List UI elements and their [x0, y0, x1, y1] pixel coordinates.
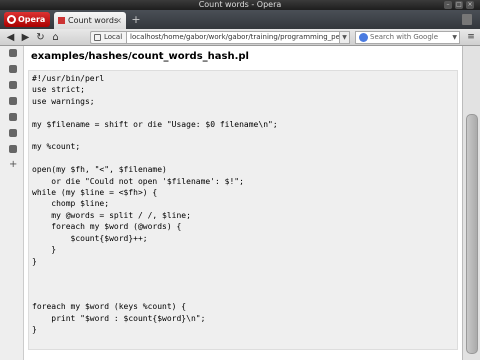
bookmarks-icon[interactable] — [9, 49, 17, 57]
local-badge[interactable]: Local — [90, 31, 126, 44]
source-code: #!/usr/bin/perl use strict; use warnings… — [32, 74, 278, 334]
code-block: #!/usr/bin/perl use strict; use warnings… — [28, 70, 458, 350]
minimize-button[interactable]: – — [444, 1, 452, 9]
tab-bar: Opera Count words × + — [0, 10, 480, 29]
notes-icon[interactable] — [9, 97, 17, 105]
forward-button[interactable]: ▶ — [19, 31, 32, 44]
opera-menu-label: Opera — [18, 15, 46, 24]
search-dropdown-icon[interactable]: ▼ — [452, 32, 457, 43]
local-label: Local — [104, 33, 123, 41]
mail-icon[interactable] — [9, 113, 17, 121]
window-titlebar: Count words - Opera – □ × — [0, 0, 480, 10]
search-field[interactable]: Search with Google ▼ — [355, 31, 460, 44]
maximize-button[interactable]: □ — [455, 1, 463, 9]
tab-close-icon[interactable]: × — [115, 12, 122, 29]
trash-icon[interactable] — [462, 14, 472, 25]
page-content: examples/hashes/count_words_hash.pl #!/u… — [24, 46, 462, 360]
new-tab-button[interactable]: + — [130, 14, 142, 26]
window-controls: – □ × — [444, 0, 474, 10]
add-panel-icon[interactable]: + — [9, 160, 17, 170]
navigation-toolbar: ◀ ▶ ↻ ⌂ Local localhost/home/gabor/work/… — [0, 29, 480, 46]
address-field[interactable]: localhost/home/gabor/work/gabor/training… — [126, 31, 340, 44]
reload-button[interactable]: ↻ — [34, 31, 47, 44]
address-dropdown-icon[interactable]: ▼ — [340, 31, 350, 44]
opera-logo-icon — [7, 15, 16, 24]
google-icon — [359, 33, 368, 42]
page-title: examples/hashes/count_words_hash.pl — [31, 51, 249, 62]
opera-menu-button[interactable]: Opera — [4, 12, 50, 27]
home-button[interactable]: ⌂ — [49, 31, 62, 44]
speed-dial-icon[interactable] — [9, 65, 17, 73]
tab-count-words[interactable]: Count words × — [54, 12, 126, 29]
links-icon[interactable] — [9, 145, 17, 153]
scrollbar-thumb[interactable] — [466, 114, 478, 354]
tab-label: Count words — [68, 16, 119, 25]
side-panel: + — [0, 46, 24, 360]
history-icon[interactable] — [9, 81, 17, 89]
close-window-button[interactable]: × — [466, 1, 474, 9]
transfers-icon[interactable] — [9, 129, 17, 137]
back-button[interactable]: ◀ — [4, 31, 17, 44]
toolbar-menu-button[interactable]: ≡ — [465, 31, 477, 44]
local-file-icon — [94, 34, 101, 41]
favicon-icon — [58, 17, 65, 24]
search-placeholder: Search with Google — [370, 33, 439, 41]
vertical-scrollbar[interactable] — [462, 46, 480, 360]
window-title: Count words - Opera — [198, 0, 282, 9]
